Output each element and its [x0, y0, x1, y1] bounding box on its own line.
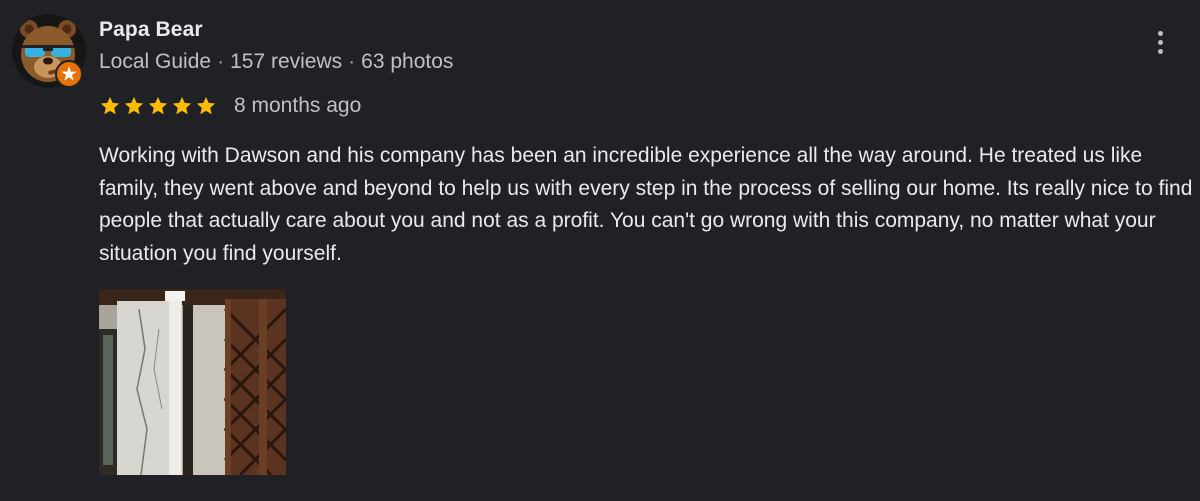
- local-guide-badge-icon: [55, 60, 83, 88]
- author-review-count: 157 reviews: [230, 50, 343, 73]
- star-icon: [124, 96, 144, 115]
- meta-separator: ·: [217, 50, 225, 73]
- author-name[interactable]: Papa Bear: [99, 18, 203, 42]
- more-vert-icon: [1148, 31, 1172, 54]
- star-icon: [172, 96, 192, 115]
- author-avatar[interactable]: [12, 14, 86, 88]
- review-date: 8 months ago: [234, 94, 362, 117]
- author-meta: Local Guide · 157 reviews · 63 photos: [99, 50, 453, 74]
- star-icon: [196, 96, 216, 115]
- author-level: Local Guide: [99, 50, 212, 73]
- author-photo-count: 63 photos: [361, 50, 454, 73]
- review-text: Working with Dawson and his company has …: [99, 144, 1193, 265]
- review-photo-image: [99, 289, 286, 475]
- review-photo[interactable]: [99, 289, 286, 475]
- star-rating: [99, 95, 217, 117]
- star-icon: [148, 96, 168, 115]
- more-options-button[interactable]: [1148, 31, 1172, 61]
- review-card: Papa Bear Local Guide · 157 reviews · 63 pho…: [0, 0, 1200, 501]
- star-icon: [100, 96, 120, 115]
- meta-separator: ·: [348, 50, 356, 73]
- rating-row: 8 months ago: [99, 92, 361, 120]
